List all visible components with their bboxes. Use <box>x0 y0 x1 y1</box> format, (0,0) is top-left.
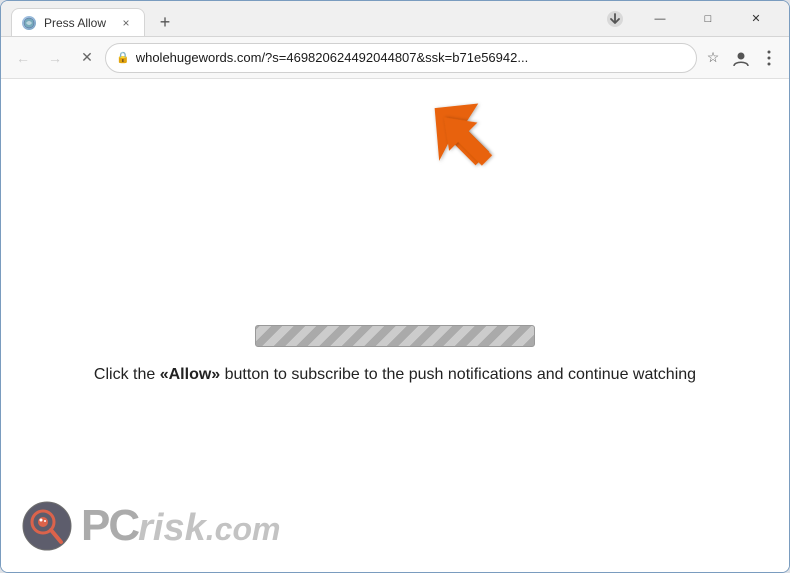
titlebar: Press Allow × + — □ ✕ <box>1 1 789 37</box>
new-tab-button[interactable]: + <box>151 8 179 36</box>
message-part2: button to subscribe to the push notifica… <box>220 366 696 383</box>
logo-com: .com <box>206 511 281 548</box>
bookmark-icon[interactable]: ☆ <box>701 46 725 70</box>
window-controls: — □ ✕ <box>637 4 779 34</box>
tab-area: Press Allow × + <box>11 1 603 36</box>
active-tab[interactable]: Press Allow × <box>11 8 145 36</box>
logo-risk: risk <box>138 507 206 550</box>
progress-section: Click the «Allow» button to subscribe to… <box>94 325 696 387</box>
close-button[interactable]: ✕ <box>733 4 779 34</box>
url-text: wholehugewords.com/?s=469820624492044807… <box>136 50 686 65</box>
browser-window: Press Allow × + — □ ✕ ← → ✕ 🔒 wholehugew… <box>0 0 790 573</box>
tab-favicon <box>22 16 36 30</box>
arrow-container <box>421 99 521 204</box>
minimize-button[interactable]: — <box>637 4 683 34</box>
tab-close-button[interactable]: × <box>118 15 134 31</box>
orange-arrow-icon <box>421 99 521 199</box>
message-allow: «Allow» <box>160 366 220 383</box>
message-part1: Click the <box>94 366 160 383</box>
page-content: Click the «Allow» button to subscribe to… <box>1 79 789 572</box>
progress-bar <box>255 325 535 347</box>
back-button[interactable]: ← <box>9 44 37 72</box>
page-message: Click the «Allow» button to subscribe to… <box>94 363 696 387</box>
maximize-button[interactable]: □ <box>685 4 731 34</box>
address-bar[interactable]: 🔒 wholehugewords.com/?s=4698206244920448… <box>105 43 697 73</box>
lock-icon: 🔒 <box>116 51 130 64</box>
logo-pc: PC <box>81 501 138 551</box>
forward-button[interactable]: → <box>41 44 69 72</box>
menu-icon[interactable] <box>757 46 781 70</box>
tab-title: Press Allow <box>44 16 106 30</box>
watermark: PC risk .com <box>21 500 280 552</box>
reload-button[interactable]: ✕ <box>73 44 101 72</box>
pcrisk-logo-icon <box>21 500 73 552</box>
pcrisk-logo-text: PC risk .com <box>81 501 280 551</box>
toolbar: ← → ✕ 🔒 wholehugewords.com/?s=4698206244… <box>1 37 789 79</box>
profile-icon[interactable] <box>729 46 753 70</box>
extensions-icon[interactable] <box>603 7 627 31</box>
